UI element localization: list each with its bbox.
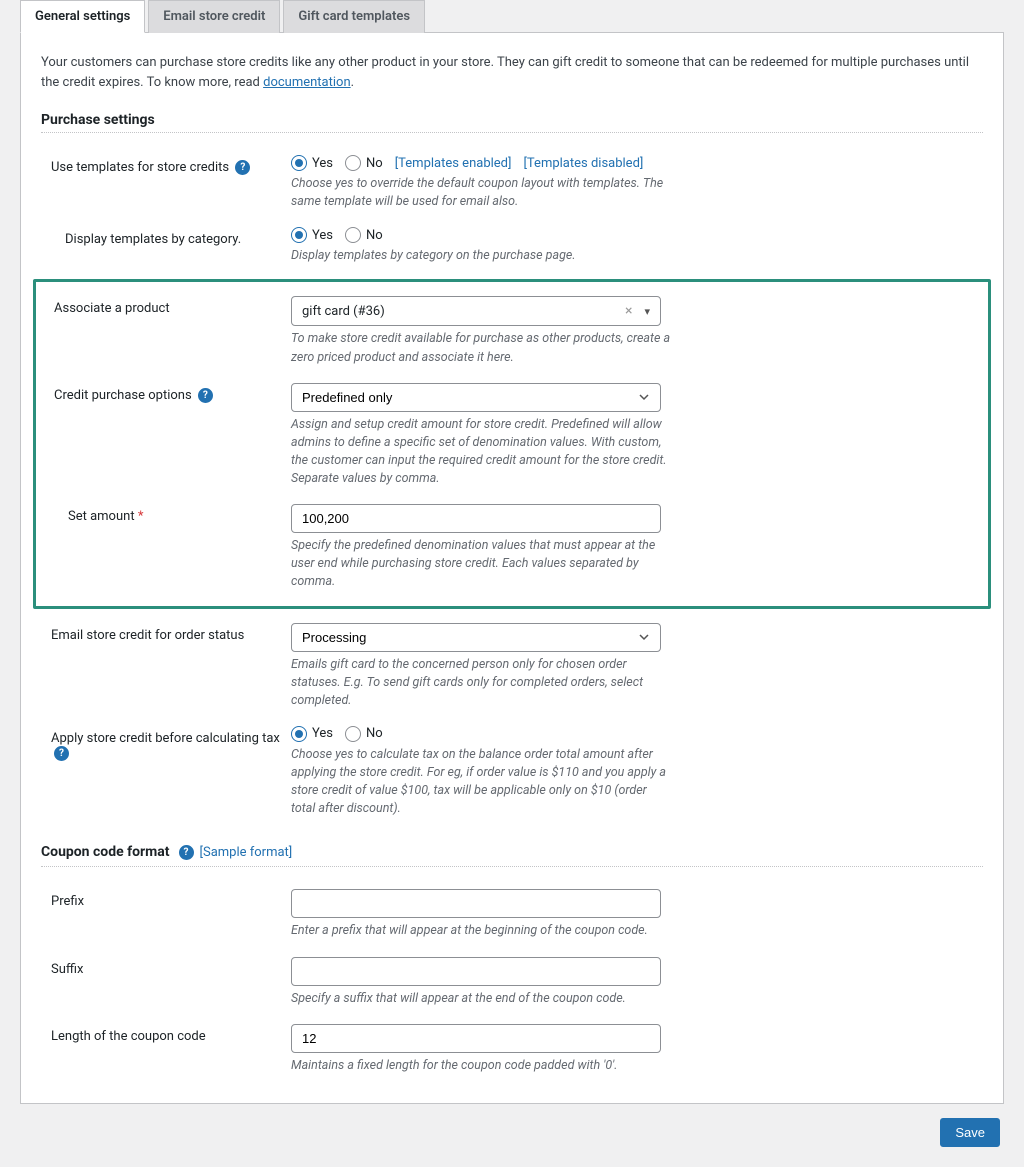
- save-button[interactable]: Save: [940, 1118, 1000, 1147]
- tab-gift-card-templates[interactable]: Gift card templates: [283, 0, 425, 33]
- length-desc: Maintains a fixed length for the coupon …: [291, 1057, 671, 1075]
- use-templates-no[interactable]: No: [345, 155, 383, 171]
- intro-text: Your customers can purchase store credit…: [41, 53, 983, 92]
- credit-options-label: Credit purchase options: [54, 388, 192, 403]
- apply-before-tax-desc: Choose yes to calculate tax on the balan…: [291, 746, 671, 819]
- clear-icon[interactable]: ×: [621, 303, 636, 319]
- purchase-settings-heading: Purchase settings: [41, 112, 983, 128]
- set-amount-desc: Specify the predefined denomination valu…: [291, 537, 671, 591]
- use-templates-label: Use templates for store credits: [51, 160, 229, 175]
- prefix-input[interactable]: [291, 889, 661, 918]
- settings-panel: Your customers can purchase store credit…: [20, 33, 1004, 1104]
- apply-tax-yes[interactable]: Yes: [291, 726, 333, 742]
- prefix-label: Prefix: [51, 894, 84, 909]
- set-amount-label: Set amount: [68, 509, 135, 524]
- apply-before-tax-label: Apply store credit before calculating ta…: [51, 731, 280, 746]
- display-category-yes-radio[interactable]: [291, 227, 307, 243]
- associate-product-label: Associate a product: [54, 301, 170, 316]
- display-category-desc: Display templates by category on the pur…: [291, 247, 671, 265]
- templates-enabled-link[interactable]: [Templates enabled]: [395, 156, 512, 171]
- apply-tax-no[interactable]: No: [345, 726, 383, 742]
- highlight-box: Associate a product gift card (#36) × ▾ …: [33, 279, 991, 608]
- associate-product-desc: To make store credit available for purch…: [291, 330, 671, 366]
- length-input[interactable]: [291, 1024, 661, 1053]
- intro-text-b: .: [351, 75, 354, 90]
- display-category-yes[interactable]: Yes: [291, 227, 333, 243]
- intro-text-a: Your customers can purchase store credit…: [41, 55, 969, 90]
- use-templates-yes-radio[interactable]: [291, 155, 307, 171]
- suffix-label: Suffix: [51, 962, 83, 977]
- email-status-desc: Emails gift card to the concerned person…: [291, 656, 671, 710]
- credit-options-desc: Assign and setup credit amount for store…: [291, 416, 671, 489]
- set-amount-input[interactable]: [291, 504, 661, 533]
- required-asterisk: *: [138, 509, 144, 524]
- templates-disabled-link[interactable]: [Templates disabled]: [523, 156, 643, 171]
- display-category-no-radio[interactable]: [345, 227, 361, 243]
- apply-tax-no-radio[interactable]: [345, 726, 361, 742]
- suffix-desc: Specify a suffix that will appear at the…: [291, 990, 671, 1008]
- use-templates-no-radio[interactable]: [345, 155, 361, 171]
- tab-bar: General settings Email store credit Gift…: [20, 0, 1004, 33]
- help-icon[interactable]: ?: [235, 160, 250, 175]
- associate-product-value: gift card (#36): [302, 304, 385, 319]
- coupon-format-heading: Coupon code format: [41, 844, 170, 860]
- use-templates-yes[interactable]: Yes: [291, 155, 333, 171]
- tab-general-settings[interactable]: General settings: [20, 0, 145, 33]
- associate-product-select[interactable]: gift card (#36) × ▾: [291, 296, 661, 326]
- email-status-select[interactable]: Processing: [291, 623, 661, 652]
- chevron-down-icon: ▾: [644, 305, 650, 318]
- display-category-no[interactable]: No: [345, 227, 383, 243]
- sample-format-link[interactable]: [Sample format]: [200, 845, 293, 860]
- tab-email-store-credit[interactable]: Email store credit: [148, 0, 280, 33]
- documentation-link[interactable]: documentation: [263, 75, 351, 90]
- credit-options-select[interactable]: Predefined only: [291, 383, 661, 412]
- suffix-input[interactable]: [291, 957, 661, 986]
- prefix-desc: Enter a prefix that will appear at the b…: [291, 922, 671, 940]
- help-icon[interactable]: ?: [179, 845, 194, 860]
- display-category-label: Display templates by category.: [65, 232, 241, 247]
- use-templates-desc: Choose yes to override the default coupo…: [291, 175, 671, 211]
- length-label: Length of the coupon code: [51, 1029, 206, 1044]
- help-icon[interactable]: ?: [198, 388, 213, 403]
- apply-tax-yes-radio[interactable]: [291, 726, 307, 742]
- help-icon[interactable]: ?: [54, 746, 69, 761]
- email-status-label: Email store credit for order status: [51, 628, 244, 643]
